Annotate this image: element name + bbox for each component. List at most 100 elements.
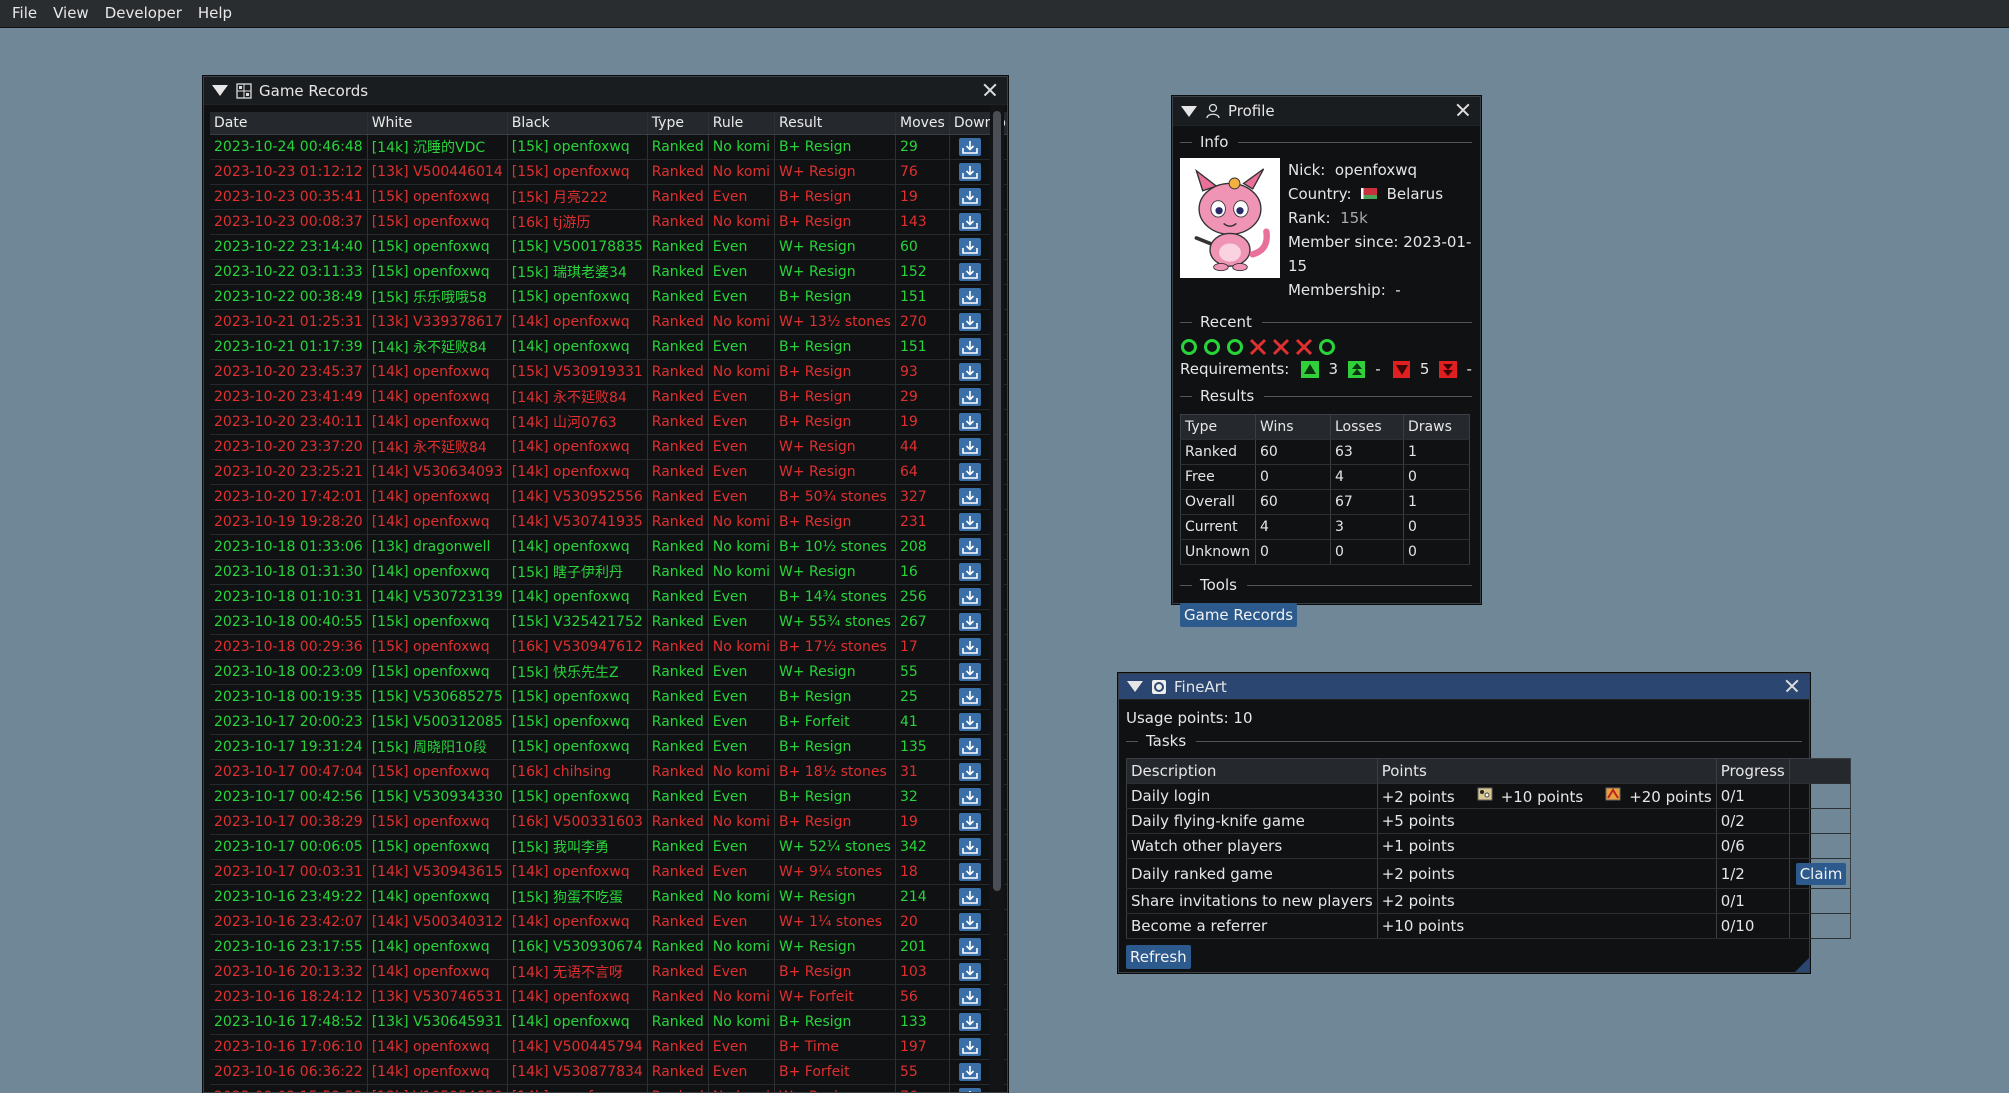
- table-row[interactable]: 2023-10-16 18:24:12[13k] V530746531[14k]…: [210, 985, 1008, 1010]
- download-icon[interactable]: [958, 687, 982, 707]
- table-row[interactable]: 2023-10-17 00:03:31[14k] V530943615[14k]…: [210, 860, 1008, 885]
- tasks-col-description[interactable]: Description: [1127, 759, 1378, 784]
- table-row[interactable]: 2023-10-16 20:13:32[14k] openfoxwq[14k] …: [210, 960, 1008, 985]
- download-icon[interactable]: [958, 187, 982, 207]
- collapse-icon[interactable]: [212, 85, 228, 96]
- download-icon[interactable]: [958, 337, 982, 357]
- download-icon[interactable]: [958, 512, 982, 532]
- table-row[interactable]: 2023-10-18 00:29:36[15k] openfoxwq[16k] …: [210, 635, 1008, 660]
- table-row[interactable]: 2023-10-23 00:08:37[15k] openfoxwq[16k] …: [210, 210, 1008, 235]
- table-row[interactable]: 2023-10-20 23:41:49[14k] openfoxwq[14k] …: [210, 385, 1008, 410]
- menu-developer[interactable]: Developer: [97, 0, 190, 27]
- download-icon[interactable]: [958, 937, 982, 957]
- table-row[interactable]: 2023-10-22 00:38:49[15k] 乐乐哦哦58[15k] ope…: [210, 285, 1008, 310]
- table-row[interactable]: 2023-10-20 23:45:37[14k] openfoxwq[15k] …: [210, 360, 1008, 385]
- table-row[interactable]: 2023-10-18 01:10:31[14k] V530723139[14k]…: [210, 585, 1008, 610]
- download-icon[interactable]: [958, 1087, 982, 1093]
- results-col-wins[interactable]: Wins: [1256, 415, 1331, 440]
- download-icon[interactable]: [958, 587, 982, 607]
- table-row[interactable]: 2023-10-20 23:37:20[14k] 永不延败84[14k] ope…: [210, 435, 1008, 460]
- table-row[interactable]: 2023-10-17 20:00:23[15k] V500312085[15k]…: [210, 710, 1008, 735]
- download-icon[interactable]: [958, 237, 982, 257]
- resize-grip-icon[interactable]: [1795, 958, 1809, 972]
- close-icon[interactable]: [981, 81, 999, 99]
- download-icon[interactable]: [958, 812, 982, 832]
- download-icon[interactable]: [958, 312, 982, 332]
- table-row[interactable]: 2023-10-16 17:48:52[13k] V530645931[14k]…: [210, 1010, 1008, 1035]
- download-icon[interactable]: [958, 887, 982, 907]
- download-icon[interactable]: [958, 912, 982, 932]
- download-icon[interactable]: [958, 562, 982, 582]
- download-icon[interactable]: [958, 1012, 982, 1032]
- results-col-type[interactable]: Type: [1181, 415, 1256, 440]
- results-col-draws[interactable]: Draws: [1404, 415, 1470, 440]
- table-row[interactable]: 2023-10-20 23:25:21[14k] V530634093[14k]…: [210, 460, 1008, 485]
- download-icon[interactable]: [958, 162, 982, 182]
- close-icon[interactable]: [1783, 677, 1801, 695]
- table-row[interactable]: 2023-10-16 23:17:55[14k] openfoxwq[16k] …: [210, 935, 1008, 960]
- download-icon[interactable]: [958, 387, 982, 407]
- menu-help[interactable]: Help: [190, 0, 240, 27]
- table-row[interactable]: 2023-10-16 06:36:22[14k] openfoxwq[14k] …: [210, 1060, 1008, 1085]
- download-icon[interactable]: [958, 137, 982, 157]
- collapse-icon[interactable]: [1127, 681, 1143, 692]
- game-records-titlebar[interactable]: Game Records: [204, 77, 1007, 105]
- table-row[interactable]: 2023-10-20 17:42:01[14k] openfoxwq[14k] …: [210, 485, 1008, 510]
- scrollbar[interactable]: [990, 105, 1004, 1093]
- menu-file[interactable]: File: [0, 0, 45, 27]
- scrollbar-thumb[interactable]: [993, 111, 1001, 891]
- download-icon[interactable]: [958, 787, 982, 807]
- download-icon[interactable]: [958, 262, 982, 282]
- table-row[interactable]: 2023-10-19 19:28:20[14k] openfoxwq[14k] …: [210, 510, 1008, 535]
- table-row[interactable]: 2023-10-23 01:12:12[13k] V500446014[15k]…: [210, 160, 1008, 185]
- col-type[interactable]: Type: [647, 112, 708, 135]
- download-icon[interactable]: [958, 487, 982, 507]
- download-icon[interactable]: [958, 362, 982, 382]
- download-icon[interactable]: [958, 662, 982, 682]
- download-icon[interactable]: [958, 462, 982, 482]
- table-row[interactable]: 2023-10-16 23:49:22[14k] openfoxwq[15k] …: [210, 885, 1008, 910]
- table-row[interactable]: 2023-10-17 00:42:56[15k] V530934330[15k]…: [210, 785, 1008, 810]
- download-icon[interactable]: [958, 212, 982, 232]
- table-row[interactable]: 2023-10-18 00:19:35[15k] V530685275[15k]…: [210, 685, 1008, 710]
- download-icon[interactable]: [958, 762, 982, 782]
- download-icon[interactable]: [958, 537, 982, 557]
- download-icon[interactable]: [958, 837, 982, 857]
- table-row[interactable]: 2023-10-18 00:40:55[15k] openfoxwq[15k] …: [210, 610, 1008, 635]
- tasks-col-points[interactable]: Points: [1377, 759, 1716, 784]
- col-black[interactable]: Black: [507, 112, 647, 135]
- col-date[interactable]: Date: [210, 112, 367, 135]
- menu-view[interactable]: View: [45, 0, 97, 27]
- table-row[interactable]: 2023-10-17 19:31:24[15k] 周晓阳10段[15k] ope…: [210, 735, 1008, 760]
- download-icon[interactable]: [958, 287, 982, 307]
- col-result[interactable]: Result: [774, 112, 895, 135]
- col-moves[interactable]: Moves: [895, 112, 949, 135]
- download-icon[interactable]: [958, 987, 982, 1007]
- profile-titlebar[interactable]: Profile: [1173, 97, 1480, 126]
- download-icon[interactable]: [958, 737, 982, 757]
- table-row[interactable]: 2023-10-17 00:38:29[15k] openfoxwq[16k] …: [210, 810, 1008, 835]
- table-row[interactable]: 2023-10-16 17:06:10[14k] openfoxwq[14k] …: [210, 1035, 1008, 1060]
- table-row[interactable]: 2023-10-17 00:06:05[15k] openfoxwq[15k] …: [210, 835, 1008, 860]
- results-col-losses[interactable]: Losses: [1331, 415, 1404, 440]
- table-row[interactable]: 2023-10-17 00:47:04[15k] openfoxwq[16k] …: [210, 760, 1008, 785]
- table-row[interactable]: 2023-10-24 00:46:48[14k] 沉睡的VDC[15k] ope…: [210, 135, 1008, 160]
- table-row[interactable]: 2023-10-22 23:14:40[15k] openfoxwq[15k] …: [210, 235, 1008, 260]
- download-icon[interactable]: [958, 612, 982, 632]
- table-row[interactable]: 2023-10-21 01:17:39[14k] 永不延败84[14k] ope…: [210, 335, 1008, 360]
- table-row[interactable]: 2023-10-18 01:33:06[13k] dragonwell[14k]…: [210, 535, 1008, 560]
- game-records-button[interactable]: Game Records: [1180, 603, 1297, 627]
- col-white[interactable]: White: [367, 112, 507, 135]
- table-row[interactable]: 2023-10-18 00:23:09[15k] openfoxwq[15k] …: [210, 660, 1008, 685]
- download-icon[interactable]: [958, 1037, 982, 1057]
- download-icon[interactable]: [958, 862, 982, 882]
- table-row[interactable]: 2023-10-22 03:11:33[15k] openfoxwq[15k] …: [210, 260, 1008, 285]
- download-icon[interactable]: [958, 412, 982, 432]
- table-row[interactable]: 2023-10-23 00:35:41[15k] openfoxwq[15k] …: [210, 185, 1008, 210]
- collapse-icon[interactable]: [1181, 106, 1197, 117]
- table-row[interactable]: 2023-10-18 01:31:30[14k] openfoxwq[15k] …: [210, 560, 1008, 585]
- download-icon[interactable]: [958, 712, 982, 732]
- close-icon[interactable]: [1454, 101, 1472, 119]
- refresh-button[interactable]: Refresh: [1126, 945, 1191, 969]
- download-icon[interactable]: [958, 637, 982, 657]
